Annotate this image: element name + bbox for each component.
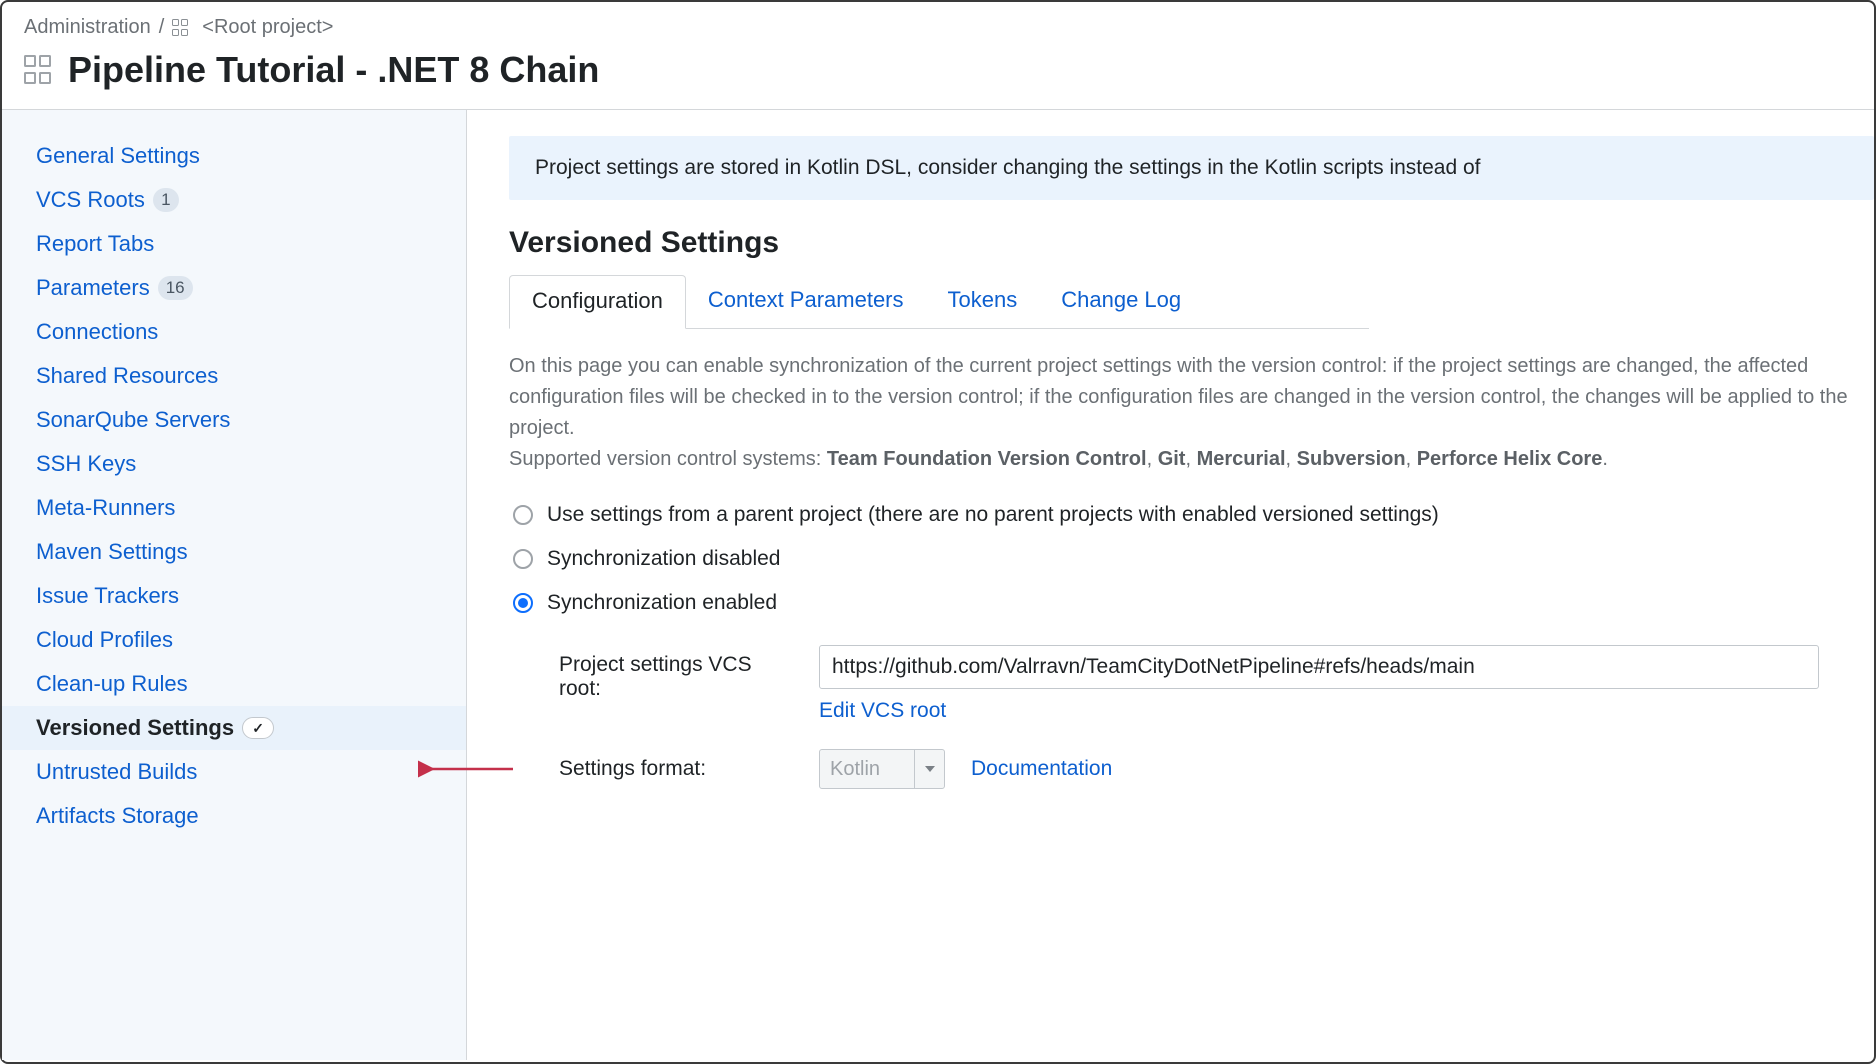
breadcrumb-admin[interactable]: Administration bbox=[24, 16, 151, 39]
sidebar-item-vcs-roots[interactable]: VCS Roots 1 bbox=[2, 178, 466, 222]
radio-label: Synchronization enabled bbox=[547, 591, 777, 615]
form-label-settings-format: Settings format: bbox=[559, 749, 799, 781]
sidebar-item-label: Untrusted Builds bbox=[36, 759, 197, 785]
sidebar-item-clean-up-rules[interactable]: Clean-up Rules bbox=[2, 662, 466, 706]
radio-icon bbox=[513, 593, 533, 613]
radio-use-parent[interactable]: Use settings from a parent project (ther… bbox=[513, 503, 1874, 527]
radio-label: Synchronization disabled bbox=[547, 547, 780, 571]
sidebar-item-label: Connections bbox=[36, 319, 158, 345]
sidebar-item-label: VCS Roots bbox=[36, 187, 145, 213]
form-row-settings-format: Settings format: Kotlin Documentation bbox=[559, 749, 1874, 789]
sidebar-item-versioned-settings[interactable]: Versioned Settings ✓ bbox=[2, 706, 466, 750]
sidebar-item-label: General Settings bbox=[36, 143, 200, 169]
sidebar-item-ssh-keys[interactable]: SSH Keys bbox=[2, 442, 466, 486]
sidebar-item-label: Maven Settings bbox=[36, 539, 188, 565]
sidebar-item-maven-settings[interactable]: Maven Settings bbox=[2, 530, 466, 574]
breadcrumb: Administration / <Root project> bbox=[24, 16, 1852, 39]
section-title: Versioned Settings bbox=[509, 226, 1874, 260]
breadcrumb-separator: / bbox=[159, 16, 165, 39]
sidebar-item-label: Meta-Runners bbox=[36, 495, 175, 521]
sidebar-item-meta-runners[interactable]: Meta-Runners bbox=[2, 486, 466, 530]
radio-label: Use settings from a parent project (ther… bbox=[547, 503, 1439, 527]
settings-format-select[interactable]: Kotlin bbox=[819, 749, 945, 789]
sidebar-item-issue-trackers[interactable]: Issue Trackers bbox=[2, 574, 466, 618]
sidebar-item-connections[interactable]: Connections bbox=[2, 310, 466, 354]
radio-sync-enabled[interactable]: Synchronization enabled bbox=[513, 591, 1874, 615]
sidebar-item-report-tabs[interactable]: Report Tabs bbox=[2, 222, 466, 266]
chevron-down-icon bbox=[914, 750, 944, 788]
form-row-vcs-root: Project settings VCS root: Edit VCS root bbox=[559, 645, 1874, 723]
sidebar-item-shared-resources[interactable]: Shared Resources bbox=[2, 354, 466, 398]
sidebar-item-label: Issue Trackers bbox=[36, 583, 179, 609]
documentation-link[interactable]: Documentation bbox=[971, 757, 1112, 781]
sidebar-item-parameters[interactable]: Parameters 16 bbox=[2, 266, 466, 310]
sync-mode-radios: Use settings from a parent project (ther… bbox=[513, 503, 1874, 615]
sidebar-item-label: Versioned Settings bbox=[36, 715, 234, 741]
description-text: On this page you can enable synchronizat… bbox=[509, 351, 1874, 475]
edit-vcs-root-link[interactable]: Edit VCS root bbox=[819, 699, 946, 723]
main-content: Project settings are stored in Kotlin DS… bbox=[467, 110, 1874, 1060]
tab-tokens[interactable]: Tokens bbox=[926, 275, 1040, 329]
radio-icon bbox=[513, 505, 533, 525]
sidebar-item-sonarqube-servers[interactable]: SonarQube Servers bbox=[2, 398, 466, 442]
info-banner: Project settings are stored in Kotlin DS… bbox=[509, 136, 1874, 200]
tab-context-parameters[interactable]: Context Parameters bbox=[686, 275, 926, 329]
header: Administration / <Root project> Pipeline… bbox=[2, 2, 1874, 110]
project-grid-icon bbox=[172, 19, 190, 37]
count-badge: 1 bbox=[153, 188, 179, 212]
sidebar-item-artifacts-storage[interactable]: Artifacts Storage bbox=[2, 794, 466, 838]
sidebar-item-general-settings[interactable]: General Settings bbox=[2, 134, 466, 178]
radio-icon bbox=[513, 549, 533, 569]
sidebar-item-label: Cloud Profiles bbox=[36, 627, 173, 653]
vcs-root-input[interactable] bbox=[819, 645, 1819, 689]
form-label-vcs-root: Project settings VCS root: bbox=[559, 645, 799, 701]
sidebar: General Settings VCS Roots1 Report Tabs … bbox=[2, 110, 467, 1060]
tab-change-log[interactable]: Change Log bbox=[1039, 275, 1203, 329]
sidebar-item-label: Shared Resources bbox=[36, 363, 218, 389]
sidebar-item-label: SSH Keys bbox=[36, 451, 136, 477]
sidebar-item-label: Artifacts Storage bbox=[36, 803, 199, 829]
sidebar-item-label: Clean-up Rules bbox=[36, 671, 188, 697]
breadcrumb-root[interactable]: <Root project> bbox=[202, 16, 333, 39]
select-value: Kotlin bbox=[830, 758, 880, 781]
sidebar-item-label: SonarQube Servers bbox=[36, 407, 230, 433]
count-badge: 16 bbox=[158, 276, 193, 300]
check-icon: ✓ bbox=[242, 717, 274, 739]
sidebar-item-label: Report Tabs bbox=[36, 231, 154, 257]
sidebar-item-label: Parameters bbox=[36, 275, 150, 301]
radio-sync-disabled[interactable]: Synchronization disabled bbox=[513, 547, 1874, 571]
tabs: Configuration Context Parameters Tokens … bbox=[509, 274, 1369, 329]
sidebar-item-cloud-profiles[interactable]: Cloud Profiles bbox=[2, 618, 466, 662]
tab-configuration[interactable]: Configuration bbox=[509, 275, 686, 329]
project-grid-icon bbox=[24, 55, 54, 85]
page-title: Pipeline Tutorial - .NET 8 Chain bbox=[68, 49, 599, 91]
sidebar-item-untrusted-builds[interactable]: Untrusted Builds bbox=[2, 750, 466, 794]
